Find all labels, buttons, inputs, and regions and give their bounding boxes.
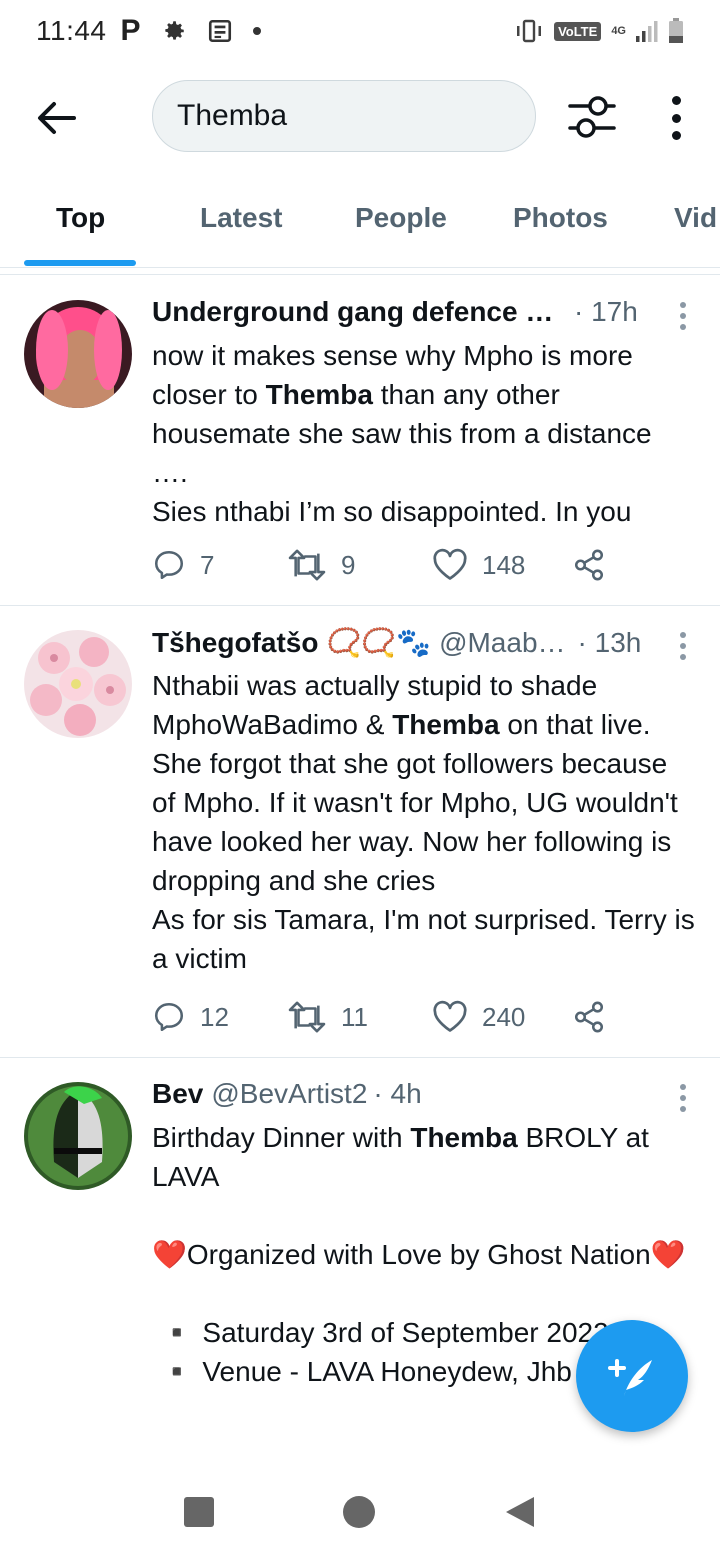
divider (0, 274, 720, 275)
arrow-left-icon[interactable] (30, 92, 82, 144)
tweet-time: · 13h (577, 627, 642, 658)
tweet[interactable]: Underground gang defence f… · 17h now it… (0, 276, 720, 606)
retweet-icon (288, 549, 326, 581)
retweet-count: 11 (341, 1001, 368, 1032)
parking-icon: P (120, 14, 141, 47)
search-query: Themba (177, 99, 288, 132)
tweet-time: · 17h (574, 296, 638, 327)
retweet-icon (288, 1001, 326, 1033)
tab-top[interactable]: Top (56, 202, 105, 234)
avatar[interactable] (24, 630, 132, 738)
battery-icon (669, 18, 683, 43)
compose-tweet-button[interactable] (576, 1320, 688, 1432)
tweet-author-handle[interactable]: @Maab… (439, 627, 565, 659)
tweet-text-segment: Birthday Dinner with (152, 1122, 411, 1153)
news-icon (208, 19, 231, 43)
network-type: 4G (611, 25, 626, 37)
like-count: 148 (482, 549, 526, 580)
tweet-author-name[interactable]: Underground gang defence f… (152, 296, 562, 328)
tweet-author-name[interactable]: Bev (152, 1078, 203, 1110)
tab-videos[interactable]: Vid (674, 202, 717, 234)
tab-photos[interactable]: Photos (513, 202, 608, 234)
volte-badge: VoLTE (554, 21, 602, 41)
vibrate-icon (517, 19, 542, 43)
share-button[interactable] (572, 1000, 606, 1034)
notification-dot-icon (252, 27, 261, 35)
avatar[interactable] (24, 300, 132, 408)
tweet-text-segment: on that live. She forgot that she got fo… (152, 709, 695, 974)
reply-icon (154, 1002, 184, 1032)
search-app-bar: Themba (0, 62, 720, 174)
highlighted-search-term: Themba (410, 1122, 518, 1153)
active-tab-indicator (24, 260, 136, 266)
tweet[interactable]: Tšhegofatšo 📿📿🐾 @Maab… · 13h Nthabii was… (0, 606, 720, 1058)
retweet-button[interactable]: 11 (287, 1000, 432, 1034)
tweet-author-handle[interactable]: @BevArtist2 (211, 1078, 367, 1110)
tweet-menu-icon[interactable] (680, 1084, 688, 1112)
share-icon (574, 1001, 604, 1033)
gear-icon (164, 21, 184, 40)
like-button[interactable]: 148 (432, 548, 572, 582)
like-button[interactable]: 240 (432, 1000, 572, 1034)
tweet-author-emoji: 📿📿🐾 (326, 627, 432, 658)
signal-icon (636, 21, 658, 42)
status-time: 11:44 (36, 15, 107, 46)
system-navigation-bar (0, 1464, 720, 1560)
tweet-text: now it makes sense why Mpho is more clos… (152, 336, 696, 531)
reply-count: 7 (200, 549, 215, 580)
tweet-time: · 4h (373, 1078, 422, 1109)
reply-button[interactable]: 12 (152, 1000, 287, 1034)
search-input[interactable]: Themba (152, 80, 536, 152)
heart-icon (433, 548, 467, 580)
tweet-text: Nthabii was actually stupid to shade Mph… (152, 666, 696, 978)
tweet-author-name[interactable]: Tšhegofatšo (152, 627, 318, 659)
reply-icon (154, 550, 184, 580)
back-triangle-icon[interactable] (504, 1495, 536, 1529)
reply-button[interactable]: 7 (152, 548, 287, 582)
tab-latest[interactable]: Latest (200, 202, 282, 234)
home-icon[interactable] (342, 1496, 375, 1528)
compose-tweet-icon (608, 1359, 652, 1396)
highlighted-search-term: Themba (265, 379, 373, 410)
avatar[interactable] (24, 1082, 132, 1190)
search-tabs: Top Latest People Photos Vid (0, 180, 720, 268)
tweet-menu-icon[interactable] (680, 302, 688, 330)
more-vertical-icon[interactable] (660, 92, 692, 144)
like-count: 240 (482, 1001, 526, 1032)
reply-count: 12 (200, 1001, 229, 1032)
status-bar: 11:44 P VoLTE 4G (0, 0, 720, 62)
tweet-actions: 12 11 240 (152, 1000, 632, 1034)
tweet-menu-icon[interactable] (680, 632, 688, 660)
sliders-icon[interactable] (566, 94, 618, 140)
tweet-actions: 7 9 148 (152, 548, 632, 582)
retweet-button[interactable]: 9 (287, 548, 432, 582)
share-button[interactable] (572, 548, 606, 582)
retweet-count: 9 (341, 549, 356, 580)
share-icon (574, 549, 604, 581)
tab-people[interactable]: People (355, 202, 447, 234)
heart-icon (433, 1000, 467, 1032)
highlighted-search-term: Themba (392, 709, 500, 740)
recents-icon[interactable] (184, 1497, 215, 1527)
